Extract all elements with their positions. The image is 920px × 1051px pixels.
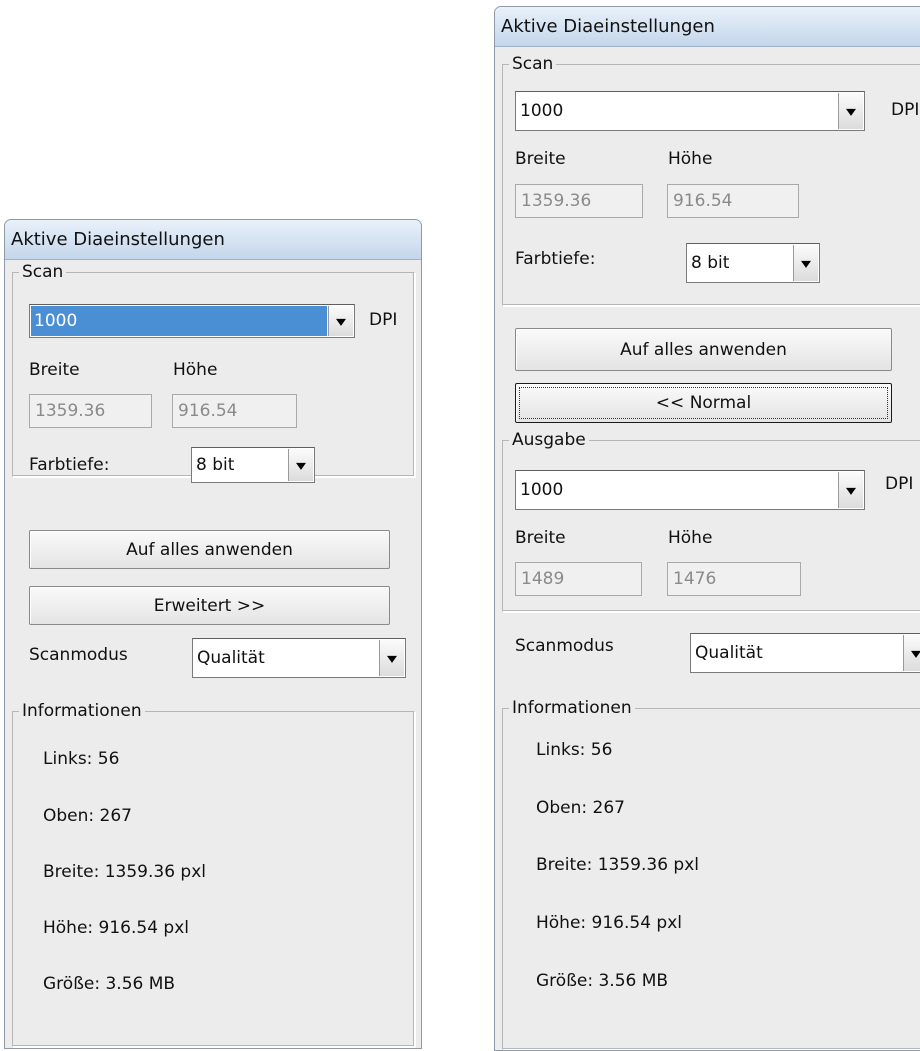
chevron-down-icon[interactable] [838, 93, 863, 129]
scan-width-field: 1359.36 [29, 394, 152, 428]
info-links: Links: 56 [536, 740, 613, 760]
output-dpi-value: 1000 [520, 480, 564, 500]
output-height-label: Höhe [668, 528, 713, 548]
panel-title: Aktive Diaeinstellungen [11, 229, 225, 250]
scan-width-field: 1359.36 [515, 184, 643, 218]
scan-dpi-value: 1000 [520, 101, 564, 121]
advanced-label: Erweitert >> [153, 595, 266, 616]
slide-settings-panel-advanced: Aktive Diaeinstellungen Scan 1000 DPI Br… [494, 6, 920, 1051]
color-depth-label: Farbtiefe: [29, 455, 110, 475]
scanmode-label: Scanmodus [515, 636, 614, 656]
scan-width-value: 1359.36 [35, 401, 106, 421]
output-width-field: 1489 [515, 562, 642, 596]
scan-height-field: 916.54 [667, 184, 799, 218]
info-breite: Breite: 1359.36 pxl [43, 862, 206, 882]
panel-title: Aktive Diaeinstellungen [501, 16, 715, 37]
info-links: Links: 56 [43, 749, 120, 769]
chevron-down-icon[interactable] [328, 306, 353, 336]
color-depth-label: Farbtiefe: [515, 249, 596, 269]
output-width-label: Breite [515, 528, 566, 548]
scanmode-value: Qualität [197, 648, 265, 668]
info-group-label: Informationen [19, 700, 145, 722]
chevron-down-icon[interactable] [903, 635, 920, 671]
panel-title-bar: Aktive Diaeinstellungen [5, 220, 421, 260]
scan-height-value: 916.54 [178, 401, 238, 421]
advanced-button[interactable]: Erweitert >> [29, 586, 390, 625]
normal-button[interactable]: << Normal [515, 383, 892, 423]
info-groesse: Größe: 3.56 MB [43, 974, 176, 994]
output-dpi-unit: DPI [885, 474, 914, 494]
slide-settings-panel-normal: Aktive Diaeinstellungen Scan 1000 DPI Br… [4, 219, 422, 1049]
scanmode-label: Scanmodus [29, 645, 128, 665]
info-oben: Oben: 267 [536, 798, 625, 818]
scanmode-select[interactable]: Qualität [690, 633, 920, 673]
scanmode-select[interactable]: Qualität [192, 638, 406, 678]
apply-all-button[interactable]: Auf alles anwenden [515, 328, 892, 371]
scanmode-value: Qualität [695, 643, 763, 663]
color-depth-select[interactable]: 8 bit [686, 243, 820, 283]
output-width-value: 1489 [521, 569, 565, 589]
normal-label: << Normal [655, 393, 752, 413]
scan-dpi-select[interactable]: 1000 [29, 304, 355, 338]
info-hoehe: Höhe: 916.54 pxl [43, 918, 190, 938]
info-breite: Breite: 1359.36 pxl [536, 855, 699, 875]
info-hoehe: Höhe: 916.54 pxl [536, 913, 683, 933]
scan-width-value: 1359.36 [521, 191, 592, 211]
scan-height-label: Höhe [668, 149, 713, 169]
scan-height-field: 916.54 [172, 394, 297, 428]
scan-width-label: Breite [515, 149, 566, 169]
output-dpi-select[interactable]: 1000 [515, 470, 865, 510]
info-oben: Oben: 267 [43, 806, 132, 826]
color-depth-value: 8 bit [691, 253, 730, 273]
apply-all-label: Auf alles anwenden [620, 339, 787, 360]
apply-all-button[interactable]: Auf alles anwenden [29, 530, 390, 569]
panel-title-bar: Aktive Diaeinstellungen [495, 7, 920, 47]
scan-height-label: Höhe [173, 360, 218, 380]
output-group-label: Ausgabe [509, 429, 589, 451]
scan-dpi-unit: DPI [369, 310, 398, 330]
scan-group-label: Scan [509, 53, 557, 75]
color-depth-select[interactable]: 8 bit [191, 447, 315, 483]
scan-group-label: Scan [19, 261, 67, 283]
chevron-down-icon[interactable] [379, 640, 404, 676]
output-height-field: 1476 [667, 562, 801, 596]
scan-height-value: 916.54 [673, 191, 733, 211]
info-groesse: Größe: 3.56 MB [536, 971, 669, 991]
scan-dpi-unit: DPI [891, 100, 920, 120]
chevron-down-icon[interactable] [288, 449, 313, 481]
scan-width-label: Breite [29, 360, 80, 380]
scan-dpi-select[interactable]: 1000 [515, 91, 865, 131]
apply-all-label: Auf alles anwenden [126, 539, 293, 560]
output-height-value: 1476 [673, 569, 717, 589]
chevron-down-icon[interactable] [793, 245, 818, 281]
chevron-down-icon[interactable] [838, 472, 863, 508]
color-depth-value: 8 bit [196, 455, 235, 475]
info-group-label: Informationen [509, 697, 635, 719]
scan-dpi-value: 1000 [34, 311, 78, 331]
